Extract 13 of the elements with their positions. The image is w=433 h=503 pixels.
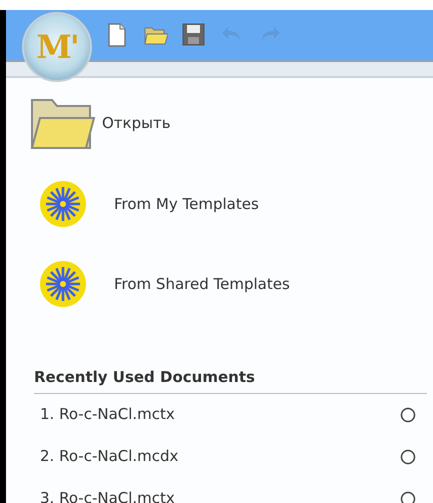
menu-item[interactable]: From Shared Templates: [24, 260, 433, 308]
menu-item[interactable]: From My Templates: [24, 180, 433, 228]
starburst-icon: [39, 180, 87, 228]
recent-document-link[interactable]: 1. Ro-c-NaCl.mctx: [40, 403, 175, 426]
starburst-icon: [39, 260, 87, 308]
pin-toggle[interactable]: [400, 490, 416, 503]
floppy-disk-button[interactable]: [182, 23, 206, 47]
recent-document-link[interactable]: 2. Ro-c-NaCl.mcdx: [40, 445, 178, 468]
section-heading: Recently Used Documents: [34, 366, 427, 394]
pin-toggle[interactable]: [400, 406, 416, 422]
folder-icon: [30, 96, 96, 150]
pin-toggle[interactable]: [400, 448, 416, 464]
menu-item[interactable]: Открыть: [24, 96, 433, 150]
